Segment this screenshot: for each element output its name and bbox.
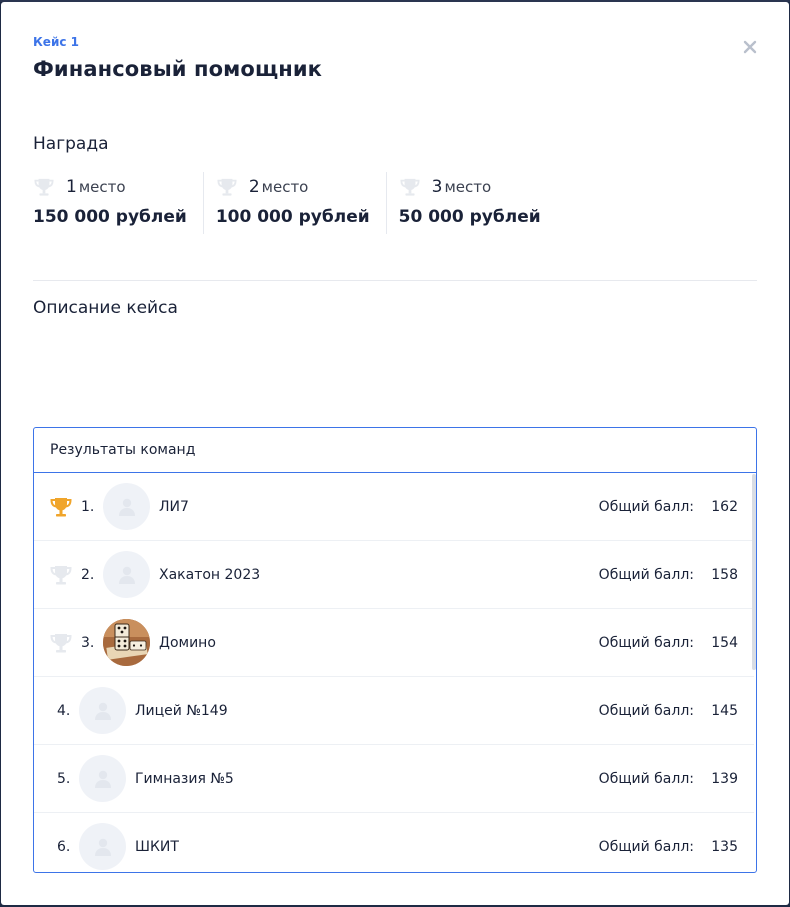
prize-amount: 50 000 рублей xyxy=(398,207,541,227)
team-name: ЛИ7 xyxy=(159,498,189,515)
team-results-panel: Результаты команд 1. ЛИ7 Общий балл: 162… xyxy=(33,427,757,873)
prize-place-number: 2 xyxy=(248,177,260,197)
prize-place-word: место xyxy=(78,178,126,196)
results-heading: Результаты команд xyxy=(34,428,756,473)
prize-list: 1 место 150 000 рублей 2 место 100 000 р… xyxy=(33,172,557,234)
team-row[interactable]: 2. Хакатон 2023 Общий балл: 158 xyxy=(34,541,754,609)
score-label: Общий балл: xyxy=(598,634,694,651)
case-modal: Кейс 1 Финансовый помощник Награда 1 мес… xyxy=(1,2,789,905)
team-name: ШКИТ xyxy=(135,838,179,855)
team-row[interactable]: 4. Лицей №149 Общий балл: 145 xyxy=(34,677,754,745)
case-number-label: Кейс 1 xyxy=(33,35,79,49)
team-row[interactable]: 5. Гимназия №5 Общий балл: 139 xyxy=(34,745,754,813)
team-row[interactable]: 1. ЛИ7 Общий балл: 162 xyxy=(34,473,754,541)
team-name: Гимназия №5 xyxy=(135,770,234,787)
score-label: Общий балл: xyxy=(598,702,694,719)
user-placeholder-icon xyxy=(94,770,111,788)
avatar xyxy=(103,551,150,598)
gold-trophy-icon xyxy=(50,497,72,516)
trophy-icon xyxy=(50,565,72,584)
prize-place-3: 3 место 50 000 рублей xyxy=(385,172,557,234)
description-heading: Описание кейса xyxy=(33,298,178,318)
team-score: 162 xyxy=(711,498,738,515)
avatar xyxy=(103,483,150,530)
user-placeholder-icon xyxy=(94,838,111,856)
section-divider xyxy=(33,280,757,281)
team-score: 154 xyxy=(711,634,738,651)
trophy-icon xyxy=(217,178,237,196)
trophy-icon xyxy=(400,178,420,196)
user-placeholder-icon xyxy=(94,702,111,720)
team-rank: 2. xyxy=(81,566,95,583)
dominoes-photo-icon xyxy=(103,619,150,666)
avatar xyxy=(79,823,126,870)
team-score: 158 xyxy=(711,566,738,583)
prize-place-number: 1 xyxy=(66,177,77,197)
team-name: Хакатон 2023 xyxy=(159,566,261,583)
team-score: 145 xyxy=(711,702,738,719)
team-rank: 5. xyxy=(57,770,71,787)
prize-place-word: место xyxy=(261,178,309,196)
close-icon xyxy=(743,40,757,54)
prize-place-1: 1 место 150 000 рублей xyxy=(33,172,203,234)
team-name: Домино xyxy=(159,634,216,651)
team-score: 135 xyxy=(711,838,738,855)
trophy-icon xyxy=(50,633,72,652)
team-row[interactable]: 6. ШКИТ Общий балл: 135 xyxy=(34,813,754,872)
team-row[interactable]: 3. Домино Общий балл: 154 xyxy=(34,609,754,677)
team-rank: 1. xyxy=(81,498,95,515)
prize-amount: 150 000 рублей xyxy=(33,207,187,227)
avatar xyxy=(79,755,126,802)
user-placeholder-icon xyxy=(118,566,135,584)
team-score: 139 xyxy=(711,770,738,787)
prize-place-number: 3 xyxy=(431,177,443,197)
results-list[interactable]: 1. ЛИ7 Общий балл: 162 2. Хакатон 2023 О… xyxy=(34,473,754,872)
team-name: Лицей №149 xyxy=(135,702,228,719)
prize-amount: 100 000 рублей xyxy=(215,207,370,227)
score-label: Общий балл: xyxy=(598,770,694,787)
avatar xyxy=(79,687,126,734)
team-rank: 6. xyxy=(57,838,71,855)
score-label: Общий балл: xyxy=(598,498,694,515)
team-rank: 4. xyxy=(57,702,71,719)
case-title: Финансовый помощник xyxy=(33,57,323,81)
reward-heading: Награда xyxy=(33,134,109,154)
score-label: Общий балл: xyxy=(598,566,694,583)
results-scrollbar[interactable] xyxy=(752,474,756,670)
score-label: Общий балл: xyxy=(598,838,694,855)
team-photo-avatar xyxy=(103,619,150,666)
prize-place-word: место xyxy=(444,178,492,196)
close-button[interactable] xyxy=(739,36,761,58)
trophy-icon xyxy=(34,178,54,196)
user-placeholder-icon xyxy=(118,498,135,516)
team-rank: 3. xyxy=(81,634,95,651)
prize-place-2: 2 место 100 000 рублей xyxy=(202,172,386,234)
